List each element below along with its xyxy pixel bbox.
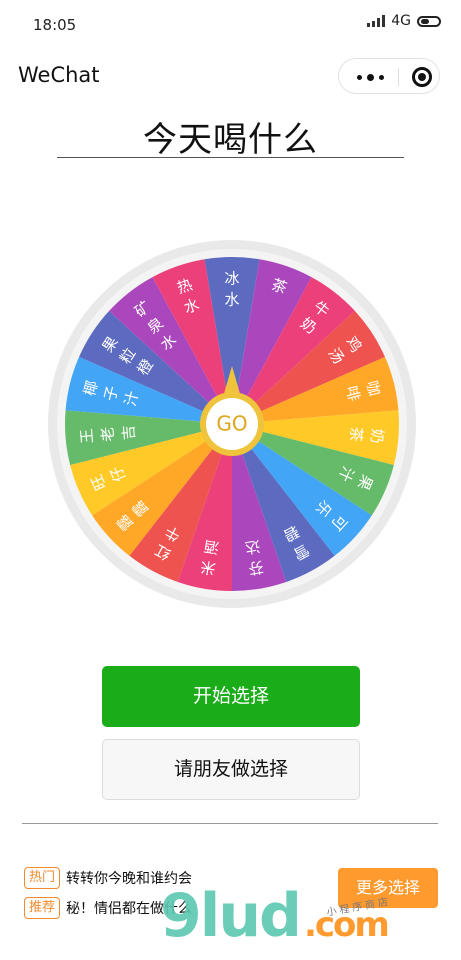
watermark-logo: 9lud .com	[160, 886, 390, 955]
status-bar: 18:05 4G	[0, 0, 461, 44]
target-close-icon[interactable]	[412, 67, 432, 87]
nav-title: WeChat	[18, 63, 100, 87]
wheel-label-char: 冰	[224, 270, 239, 288]
wheel-svg: 冰水茶牛奶鸡汤咖啡奶茶果汁可乐雪碧芬达米酒红牛露露旺仔王老吉椰子汁果粒橙矿泉水热…	[48, 240, 416, 608]
wheel-label-char: 米	[199, 557, 217, 577]
prize-wheel: 冰水茶牛奶鸡汤咖啡奶茶果汁可乐雪碧芬达米酒红牛露露旺仔王老吉椰子汁果粒橙矿泉水热…	[48, 240, 416, 608]
wheel-label-char: 酒	[203, 537, 221, 557]
page-title: 今天喝什么	[143, 120, 318, 160]
wheel-label-char: 奶	[367, 428, 386, 444]
divider	[22, 823, 438, 824]
status-time: 18:05	[33, 16, 77, 34]
capsule-divider	[398, 68, 399, 86]
start-button[interactable]: 开始选择	[102, 666, 360, 727]
wheel-label-char: 王	[77, 428, 96, 444]
hot-tag: 热门	[24, 867, 61, 889]
wheel-label-char: 老	[98, 426, 117, 442]
capsule-menu	[338, 58, 440, 94]
wheel-label-char: 水	[224, 291, 239, 309]
wheel-label-char: 吉	[119, 424, 138, 440]
more-dots-icon[interactable]	[353, 68, 387, 86]
watermark-main: 9lud	[160, 881, 302, 951]
title-underline	[57, 157, 404, 158]
recommend-tag: 推荐	[24, 897, 61, 919]
wheel-label-char: 芬	[247, 557, 265, 577]
nav-bar: WeChat	[0, 54, 461, 98]
wheel-label-char: 达	[244, 537, 262, 557]
network-label: 4G	[391, 13, 411, 29]
battery-icon	[417, 15, 441, 27]
wheel-label-char: 茶	[346, 426, 365, 442]
signal-icon	[367, 15, 386, 27]
status-icons: 4G	[367, 13, 441, 29]
ask-friend-button[interactable]: 请朋友做选择	[102, 739, 360, 800]
go-label[interactable]: GO	[216, 412, 247, 436]
